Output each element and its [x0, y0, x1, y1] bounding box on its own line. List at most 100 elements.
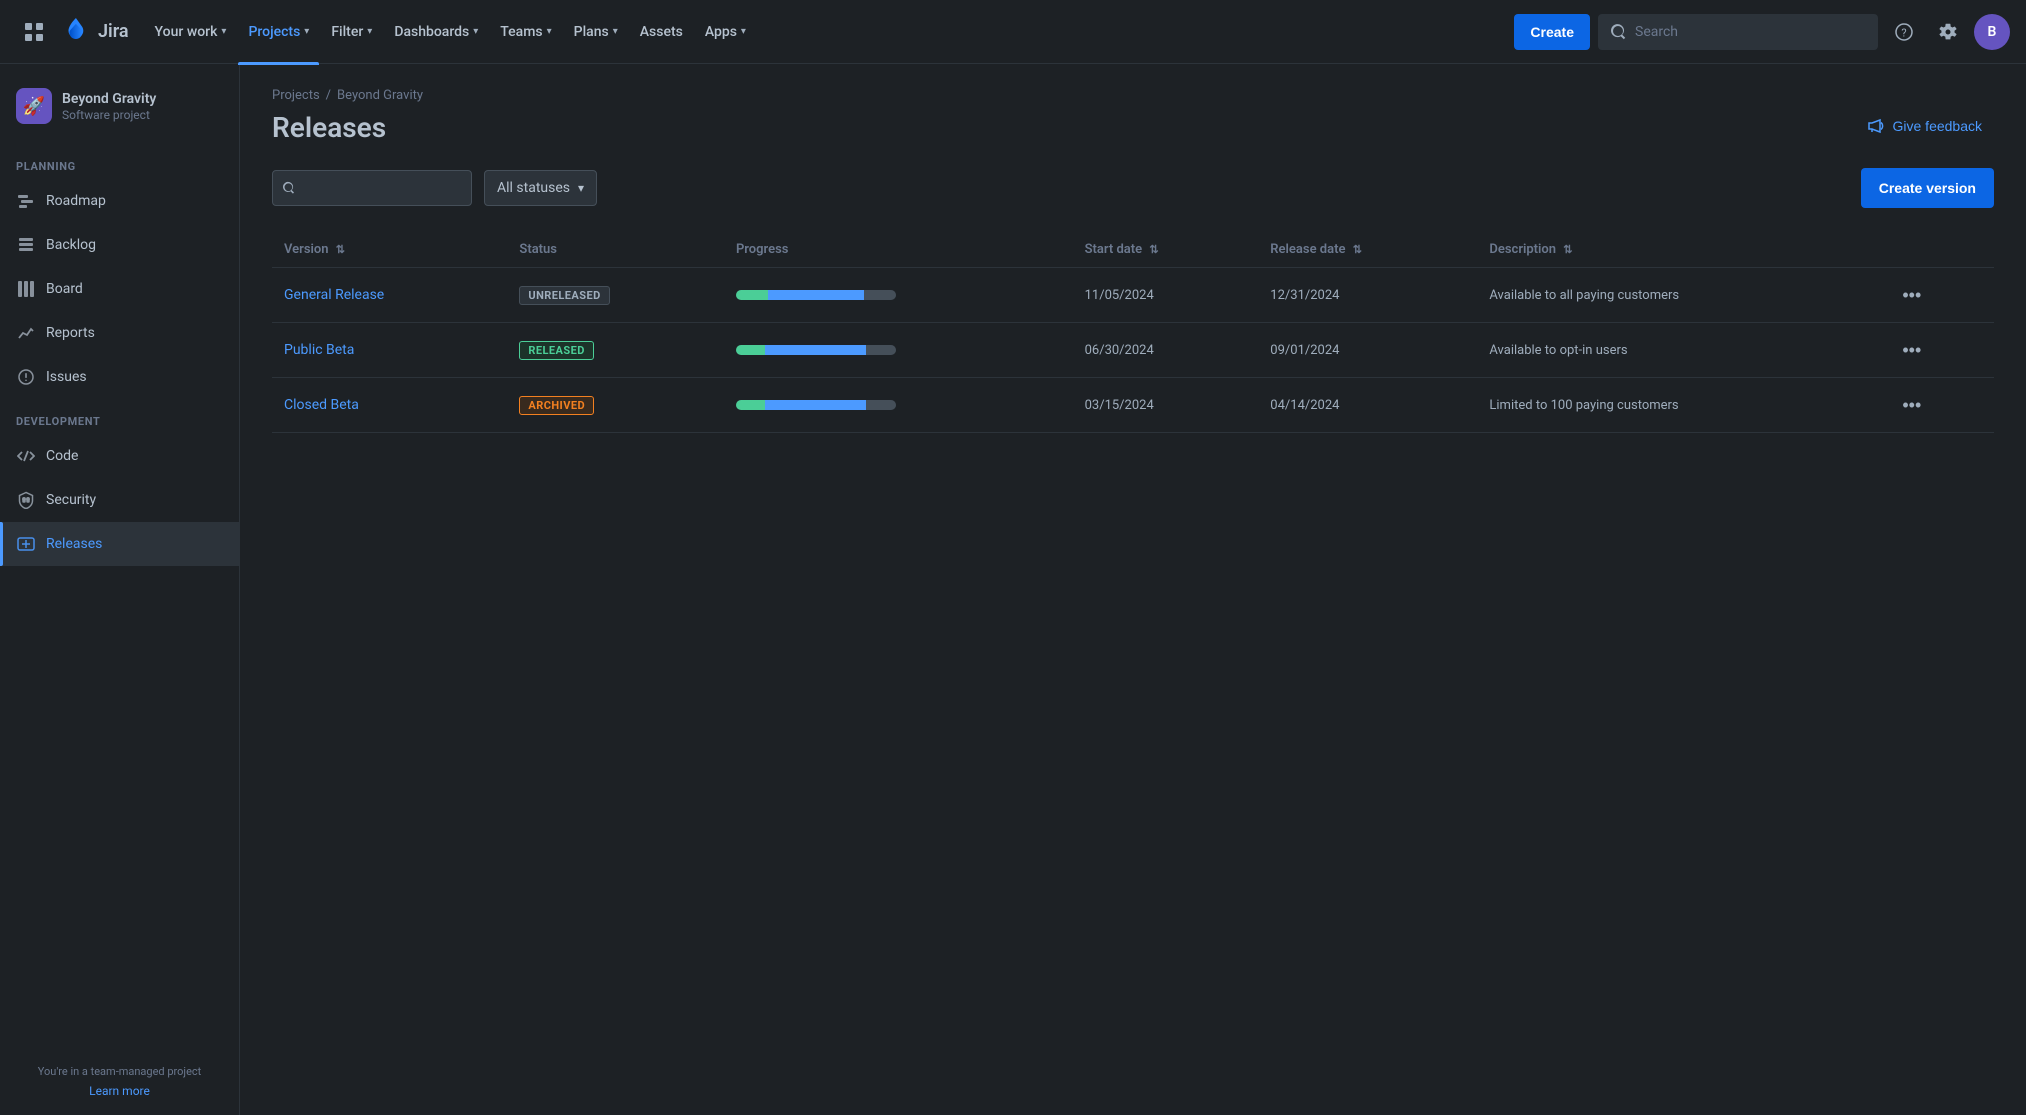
col-start-date: Start date ⇅	[1073, 232, 1259, 268]
sidebar-item-code[interactable]: Code	[0, 434, 239, 478]
cell-actions: •••	[1882, 268, 1994, 323]
chevron-down-icon: ▾	[741, 26, 746, 37]
progress-blue-segment	[768, 290, 864, 300]
create-button[interactable]: Create	[1514, 14, 1590, 50]
jira-logo[interactable]: Jira	[60, 16, 129, 48]
sidebar-item-roadmap[interactable]: Roadmap	[0, 179, 239, 223]
learn-more-link[interactable]: Learn more	[89, 1084, 150, 1098]
sidebar-footer-text: You're in a team-managed project	[16, 1064, 223, 1081]
status-filter-dropdown[interactable]: All statuses ▾	[484, 170, 597, 206]
nav-dashboards[interactable]: Dashboards ▾	[384, 12, 488, 52]
sidebar-item-roadmap-label: Roadmap	[46, 193, 106, 209]
search-box[interactable]: Search	[1598, 14, 1878, 50]
page-title: Releases	[272, 111, 386, 144]
breadcrumb: Projects / Beyond Gravity	[272, 88, 1994, 103]
megaphone-icon	[1867, 117, 1885, 135]
sidebar-item-board[interactable]: Board	[0, 267, 239, 311]
col-progress: Progress	[724, 232, 1073, 268]
nav-your-work[interactable]: Your work ▾	[145, 12, 237, 52]
release-date-text: 12/31/2024	[1270, 288, 1339, 303]
sidebar-item-security[interactable]: Security	[0, 478, 239, 522]
release-date-text: 04/14/2024	[1270, 398, 1339, 413]
table-row: General Release UNRELEASED 11/05/2024 12…	[272, 268, 1994, 323]
table-body: General Release UNRELEASED 11/05/2024 12…	[272, 268, 1994, 433]
releases-icon	[16, 534, 36, 554]
progress-green-segment	[736, 345, 765, 355]
table-toolbar: All statuses ▾ Create version	[272, 168, 1994, 208]
row-more-button[interactable]: •••	[1894, 337, 1929, 363]
security-icon	[16, 490, 36, 510]
main-content: Projects / Beyond Gravity Releases Give …	[240, 64, 2026, 1115]
chevron-down-icon: ▾	[221, 26, 226, 37]
nav-teams[interactable]: Teams ▾	[490, 12, 561, 52]
cell-status: RELEASED	[507, 323, 724, 378]
sidebar-item-backlog[interactable]: Backlog	[0, 223, 239, 267]
cell-actions: •••	[1882, 323, 1994, 378]
cell-start-date: 11/05/2024	[1073, 268, 1259, 323]
version-search-field[interactable]	[303, 180, 461, 196]
cell-version: Closed Beta	[272, 378, 507, 433]
page-header: Releases Give feedback	[272, 111, 1994, 144]
cell-status: UNRELEASED	[507, 268, 724, 323]
sort-icon: ⇅	[1563, 243, 1572, 256]
start-date-text: 11/05/2024	[1085, 288, 1154, 303]
user-avatar[interactable]: B	[1974, 14, 2010, 50]
help-button[interactable]: ?	[1886, 14, 1922, 50]
cell-description: Limited to 100 paying customers	[1477, 378, 1882, 433]
chevron-down-icon: ▾	[578, 181, 584, 195]
top-navigation: Jira Your work ▾ Projects ▾ Filter ▾ Das…	[0, 0, 2026, 64]
row-more-button[interactable]: •••	[1894, 392, 1929, 418]
breadcrumb-projects[interactable]: Projects	[272, 88, 320, 103]
settings-button[interactable]	[1930, 14, 1966, 50]
sidebar-item-issues[interactable]: Issues	[0, 355, 239, 399]
backlog-icon	[16, 235, 36, 255]
cell-description: Available to opt-in users	[1477, 323, 1882, 378]
version-link[interactable]: General Release	[284, 287, 384, 303]
chevron-down-icon: ▾	[613, 26, 618, 37]
sidebar-item-reports[interactable]: Reports	[0, 311, 239, 355]
jira-logo-text: Jira	[98, 21, 129, 42]
sidebar-item-reports-label: Reports	[46, 325, 95, 341]
sidebar-footer: You're in a team-managed project Learn m…	[0, 1048, 239, 1115]
version-link[interactable]: Closed Beta	[284, 397, 359, 413]
chevron-down-icon: ▾	[547, 26, 552, 37]
sort-icon: ⇅	[336, 243, 345, 256]
cell-start-date: 06/30/2024	[1073, 323, 1259, 378]
code-icon	[16, 446, 36, 466]
cell-version: General Release	[272, 268, 507, 323]
version-link[interactable]: Public Beta	[284, 342, 354, 358]
progress-green-segment	[736, 400, 765, 410]
apps-grid-icon[interactable]	[16, 14, 52, 50]
search-placeholder: Search	[1635, 24, 1678, 40]
give-feedback-button[interactable]: Give feedback	[1855, 111, 1995, 141]
cell-version: Public Beta	[272, 323, 507, 378]
chevron-down-icon: ▾	[304, 26, 309, 37]
project-info: Beyond Gravity Software project	[62, 90, 156, 122]
version-search-input[interactable]	[272, 170, 472, 206]
release-date-text: 09/01/2024	[1270, 343, 1339, 358]
cell-progress	[724, 268, 1073, 323]
progress-gray-segment	[864, 290, 896, 300]
nav-filter[interactable]: Filter ▾	[321, 12, 382, 52]
nav-projects[interactable]: Projects ▾	[238, 12, 319, 52]
issues-icon	[16, 367, 36, 387]
sidebar-item-releases[interactable]: Releases	[0, 522, 239, 566]
progress-blue-segment	[765, 345, 866, 355]
row-more-button[interactable]: •••	[1894, 282, 1929, 308]
sidebar-item-code-label: Code	[46, 448, 78, 464]
nav-assets[interactable]: Assets	[630, 12, 693, 52]
create-version-button[interactable]: Create version	[1861, 168, 1994, 208]
col-release-date: Release date ⇅	[1258, 232, 1477, 268]
progress-bar	[736, 400, 896, 410]
progress-green-segment	[736, 290, 768, 300]
sort-icon: ⇅	[1353, 243, 1362, 256]
description-text: Available to opt-in users	[1489, 343, 1627, 358]
nav-plans[interactable]: Plans ▾	[564, 12, 628, 52]
project-name: Beyond Gravity	[62, 90, 156, 108]
description-text: Available to all paying customers	[1489, 288, 1679, 303]
nav-apps[interactable]: Apps ▾	[695, 12, 756, 52]
col-status: Status	[507, 232, 724, 268]
give-feedback-label: Give feedback	[1893, 118, 1983, 134]
sidebar-item-backlog-label: Backlog	[46, 237, 96, 253]
breadcrumb-project[interactable]: Beyond Gravity	[337, 88, 423, 103]
